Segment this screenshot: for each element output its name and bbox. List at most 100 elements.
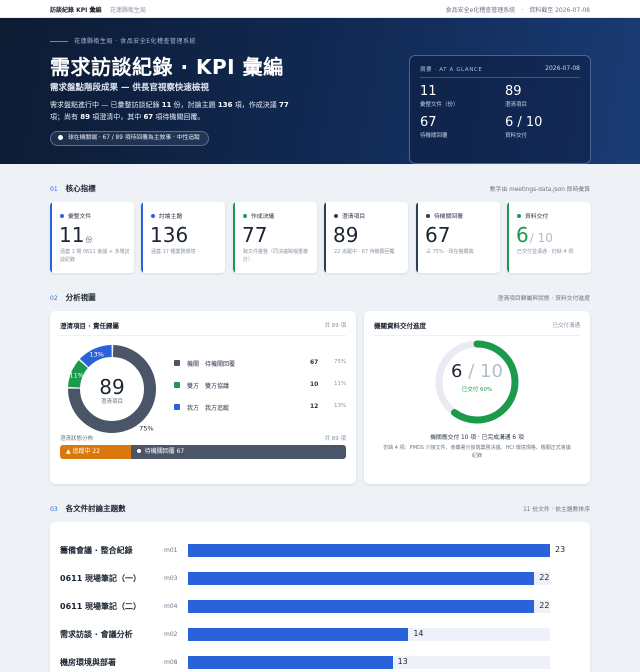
- kpi-label: 資料交付: [517, 211, 548, 220]
- bar-fill: [188, 572, 535, 585]
- kpi-label-text: 彙整文件: [68, 214, 92, 220]
- kpi-dot-icon: [243, 214, 247, 218]
- bar-track: [188, 572, 550, 585]
- bar-fill: [188, 628, 409, 641]
- kpi-description: 跨文件彙整（同決議跨檔重複計）: [243, 249, 309, 263]
- kpi-label-text: 澄清項目: [342, 214, 366, 220]
- glance-value: 11: [420, 84, 437, 99]
- section-header-topics: 03 各文件討論主題數 11 份文件 · 依主題數排序: [50, 503, 590, 513]
- bar-fill: [188, 544, 550, 557]
- legend-name: 我方 我方追蹤: [187, 405, 230, 412]
- glance-label: 彙整文件（份）: [420, 102, 459, 108]
- bar-row: 籌備會議 · 整合紀錄 m01 23: [60, 544, 580, 558]
- kpi-unit: 份: [85, 236, 93, 244]
- kpi-description: 涵蓋 1 場 0611 會議 + 多場訪談紀錄: [60, 249, 130, 263]
- donut-slice-label: 11%: [69, 371, 83, 379]
- bar-row: 機房環境與部署 m08 13: [60, 656, 580, 670]
- donut-center-value: 89: [99, 375, 124, 399]
- topics-bar-chart-panel: 籌備會議 · 整合紀錄 m01 23 0611 現場筆記（一） m03 22 0611 現場…: [50, 522, 590, 672]
- kpi-label-text: 作成決議: [251, 214, 275, 220]
- desc-value: 77: [278, 101, 289, 109]
- hero-kicker: 花蓮縣衛生局 · 食品安全E化稽查管理系統: [50, 36, 196, 45]
- kpi-description: 涵蓋 17 種業務環境: [151, 249, 196, 255]
- kpi-label: 彙整文件: [60, 211, 91, 220]
- section-title: 分析視圖: [65, 293, 96, 302]
- glance-label: 待機關回覆: [420, 133, 448, 139]
- brand-subtitle: 花蓮縣衛生局: [110, 7, 147, 14]
- kpi-accent-bar: [141, 202, 143, 273]
- legend-count: 10: [310, 381, 319, 388]
- bar-document-id: m08: [164, 659, 178, 666]
- desc-text: 項，作成決議: [232, 101, 279, 109]
- bar-category-label: 機房環境與部署: [60, 658, 116, 667]
- legend-name: 雙方 雙方協議: [187, 383, 230, 390]
- kpi-dot-icon: [151, 214, 155, 218]
- donut-slice-label: 13%: [90, 351, 104, 359]
- legend-swatch: [174, 404, 180, 410]
- glance-value: 67: [420, 115, 437, 130]
- kpi-number: 77: [242, 223, 268, 247]
- delivery-percent: 已交付 60%: [461, 387, 493, 393]
- bar-fill: [188, 656, 393, 669]
- glance-heading: 摘要 · AT A GLANCE: [420, 67, 483, 73]
- kpi-description: 占 75% · 球在機關端: [426, 249, 474, 255]
- bar-category-label: 籌備會議 · 整合紀錄: [60, 546, 133, 555]
- status-distribution-bar: ▲ 追蹤中 22 待機關回覆 67: [60, 445, 346, 459]
- hero-description: 需求盤點進行中 — 已彙整訪談紀錄 11 份，討論主題 136 項，作成決議 7…: [50, 99, 300, 123]
- desc-text: 份，討論主題: [171, 101, 218, 109]
- kpi-card: 彙整文件 11份 涵蓋 1 場 0611 會議 + 多場訪談紀錄: [50, 202, 134, 273]
- delivery-missing: 仍缺 4 項：PMDS 介接文件、食藥署分後端業務決議、HCI 環境規格、機關正…: [383, 445, 571, 459]
- legend-swatch: [174, 360, 180, 366]
- glance-label: 澄清項目: [505, 102, 528, 108]
- kpi-label-text: 待機關回覆: [434, 214, 463, 220]
- status-segment-label: ▲ 追蹤中 22: [66, 448, 101, 455]
- kpi-label: 待機關回覆: [426, 211, 463, 220]
- panel-note: 已交付溝通: [552, 323, 580, 329]
- kpi-number: 136: [150, 223, 189, 247]
- status-segment-tracking: ▲ 追蹤中 22: [60, 445, 131, 459]
- legend-percent: 75%: [334, 359, 347, 365]
- glance-value: 89: [505, 84, 522, 99]
- glance-divider: [420, 77, 580, 78]
- legend-swatch: [174, 382, 180, 388]
- status-segment-awaiting: 待機關回覆 67: [130, 445, 346, 459]
- bar-category-label: 需求訪談 · 會議分析: [60, 630, 133, 639]
- kpi-label-text: 討論主題: [159, 214, 183, 220]
- status-dot-icon: [58, 134, 63, 140]
- kpi-accent-bar: [233, 202, 235, 273]
- kpi-value: 6/ 10: [516, 223, 553, 247]
- kpi-label: 澄清項目: [334, 211, 365, 220]
- kpi-dot-icon: [334, 214, 338, 218]
- kpi-accent-bar: [50, 202, 52, 273]
- kpi-label-text: 資料交付: [525, 214, 549, 220]
- glance-item: 11 彙整文件（份）: [420, 84, 500, 108]
- bar-document-id: m03: [164, 575, 178, 582]
- bar-fill: [188, 600, 535, 613]
- donut-center-label: 澄清項目: [101, 397, 123, 405]
- page-subtitle: 需求盤點階段成果 — 供長官視察快速檢視: [50, 83, 209, 93]
- bar-category-label: 0611 現場筆記（二）: [60, 602, 142, 611]
- glance-item: 67 待機關回覆: [420, 115, 500, 139]
- legend-item-both: 雙方 雙方協議 10 11%: [174, 381, 346, 391]
- section-note: 數字由 meetings-data.json 即時彙算: [489, 187, 590, 193]
- delivery-summary: 機關應交付 10 項 · 已完成溝通 6 項: [430, 435, 524, 441]
- brand-title: 訪談紀錄 KPI 彙編: [50, 7, 102, 14]
- kicker-line: [50, 41, 68, 42]
- glance-label: 資料交付: [505, 133, 528, 139]
- legend-percent: 13%: [334, 403, 347, 409]
- kpi-card: 待機關回覆 67 占 75% · 球在機關端: [416, 202, 500, 273]
- glance-item: 6 / 10 資料交付: [505, 115, 585, 139]
- kpi-number: 89: [333, 223, 359, 247]
- kpi-label: 作成決議: [243, 211, 274, 220]
- delivery-count: 6 / 10: [432, 361, 522, 382]
- top-bar: 訪談紀錄 KPI 彙編 花蓮縣衛生局 食品安全e化稽查管理系統 · 資料截至 2…: [0, 0, 640, 18]
- bar-track: [188, 544, 550, 557]
- section-number: 03: [50, 506, 58, 513]
- kpi-dot-icon: [426, 214, 430, 218]
- kpi-value: 136: [150, 223, 189, 247]
- desc-value: 11: [161, 101, 172, 109]
- glance-value: 6 / 10: [505, 115, 543, 130]
- bar-row: 0611 現場筆記（二） m04 22: [60, 600, 580, 614]
- status-segment-label: 待機關回覆 67: [144, 448, 185, 455]
- section-note: 澄清項目歸屬與狀態 · 資料交付進度: [497, 296, 590, 302]
